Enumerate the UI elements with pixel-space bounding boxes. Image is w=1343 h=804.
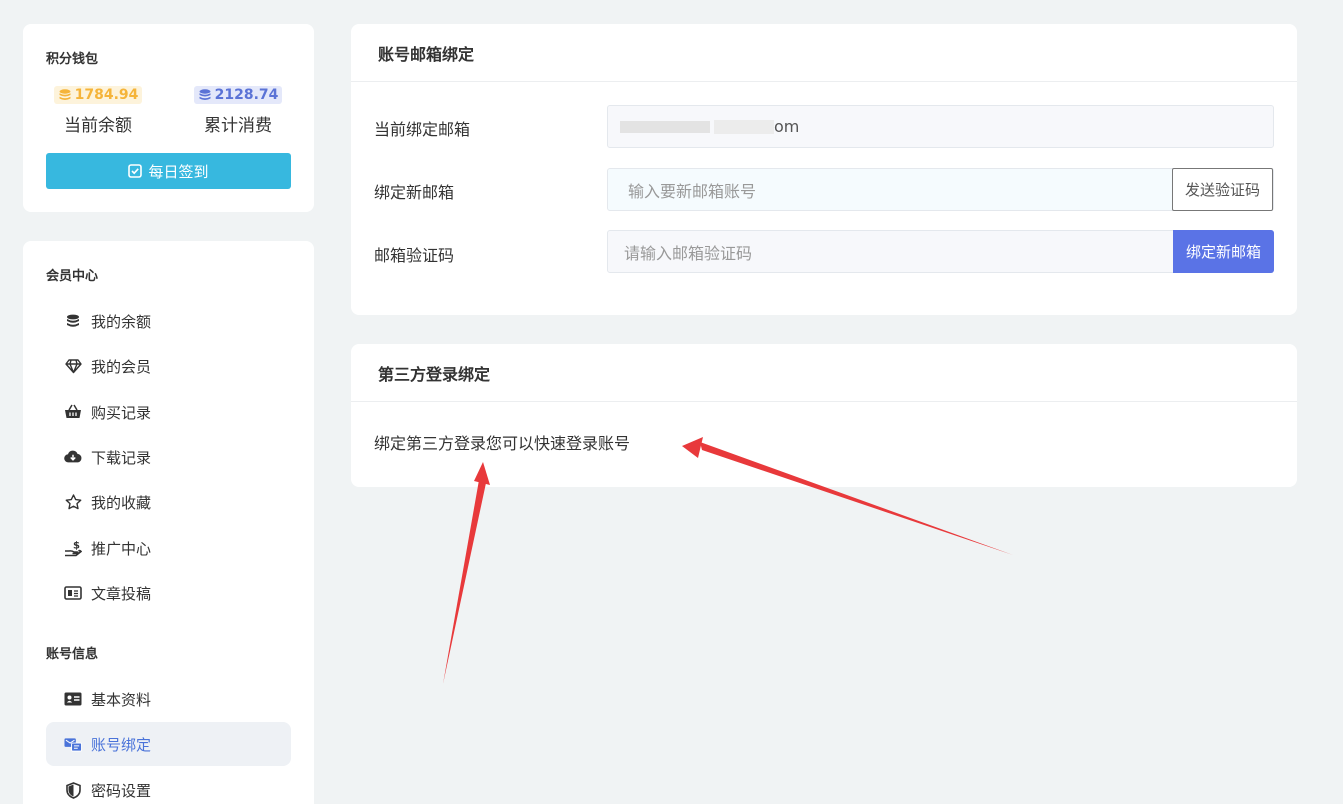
- account-bind-icon: [64, 735, 82, 753]
- email-binding-title: 账号邮箱绑定: [351, 24, 1297, 82]
- bind-new-email-button[interactable]: 绑定新邮箱: [1173, 230, 1274, 273]
- third-party-title: 第三方登录绑定: [351, 344, 1297, 402]
- wallet-title: 积分钱包: [46, 52, 99, 67]
- star-icon: [64, 493, 82, 511]
- sidebar-item-label: 我的余额: [91, 312, 152, 331]
- hand-dollar-icon: $: [64, 539, 82, 557]
- coins-icon: [59, 89, 71, 100]
- balance-value: 1784.94: [74, 87, 139, 103]
- shield-icon: [64, 781, 82, 799]
- sidebar-item-favorites[interactable]: 我的收藏: [46, 480, 291, 524]
- member-center-title: 会员中心: [46, 269, 99, 284]
- svg-text:$: $: [73, 540, 80, 551]
- member-menu-card: 会员中心 我的余额 我的会员 购买记录 下载记录 我的收藏 $ 推广中心 文章投…: [23, 241, 314, 804]
- email-code-label: 邮箱验证码: [374, 246, 455, 265]
- sidebar-item-promotion[interactable]: $ 推广中心: [46, 526, 291, 570]
- sidebar-item-password[interactable]: 密码设置: [46, 768, 291, 804]
- basket-icon: [64, 403, 82, 421]
- redacted-email-blur: [620, 120, 710, 133]
- sidebar-item-label: 基本资料: [91, 690, 152, 709]
- sidebar-item-label: 账号绑定: [91, 735, 152, 754]
- sidebar-item-membership[interactable]: 我的会员: [46, 344, 291, 388]
- arrow-bottom-annotation: [443, 462, 490, 684]
- diamond-icon: [64, 357, 82, 375]
- cloud-download-icon: [64, 448, 82, 466]
- email-code-placeholder: 请输入邮箱验证码: [624, 243, 753, 263]
- spent-badge: 2128.74: [193, 86, 283, 104]
- sidebar-item-account-binding[interactable]: 账号绑定: [46, 722, 291, 766]
- current-email-value: om: [774, 117, 800, 136]
- new-email-input[interactable]: 输入要新邮箱账号 发送验证码: [607, 168, 1274, 211]
- email-code-input[interactable]: 请输入邮箱验证码 绑定新邮箱: [607, 230, 1274, 273]
- third-party-binding-card: 第三方登录绑定 绑定第三方登录您可以快速登录账号: [351, 344, 1297, 487]
- balance-label: 当前余额: [64, 116, 132, 136]
- new-email-placeholder: 输入要新邮箱账号: [628, 181, 757, 201]
- sidebar-item-label: 购买记录: [91, 403, 152, 422]
- redacted-email-blur: [714, 119, 774, 134]
- sidebar-item-label: 推广中心: [91, 539, 152, 558]
- sidebar-item-profile[interactable]: 基本资料: [46, 677, 291, 721]
- sidebar-item-balance[interactable]: 我的余额: [46, 299, 291, 343]
- sidebar-item-label: 密码设置: [91, 781, 152, 800]
- daily-checkin-label: 每日签到: [148, 162, 209, 181]
- balance-badge: 1784.94: [53, 86, 143, 104]
- new-email-label: 绑定新邮箱: [374, 183, 455, 202]
- daily-checkin-button[interactable]: 每日签到: [46, 153, 291, 189]
- current-email-label: 当前绑定邮箱: [374, 120, 471, 139]
- newspaper-icon: [64, 584, 82, 602]
- spent-value: 2128.74: [214, 87, 279, 103]
- sidebar-item-downloads[interactable]: 下载记录: [46, 435, 291, 479]
- sidebar-item-label: 下载记录: [91, 448, 152, 467]
- third-party-description: 绑定第三方登录您可以快速登录账号: [374, 434, 631, 453]
- sidebar-item-label: 我的收藏: [91, 493, 152, 512]
- send-code-button[interactable]: 发送验证码: [1172, 168, 1273, 211]
- checkbox-icon: [128, 164, 143, 178]
- sidebar-item-label: 我的会员: [91, 357, 152, 376]
- coins-icon: [199, 89, 211, 100]
- spent-stat: 2128.74 累计消费: [178, 86, 298, 136]
- account-info-title: 账号信息: [46, 647, 99, 662]
- coins-icon: [64, 312, 82, 330]
- sidebar-item-label: 文章投稿: [91, 584, 152, 603]
- current-email-field: om: [607, 105, 1274, 148]
- sidebar-item-purchases[interactable]: 购买记录: [46, 390, 291, 434]
- email-binding-card: 账号邮箱绑定 当前绑定邮箱 om 绑定新邮箱 输入要新邮箱账号 发送验证码 邮箱…: [351, 24, 1297, 315]
- id-card-icon: [64, 690, 82, 708]
- sidebar-item-post-article[interactable]: 文章投稿: [46, 571, 291, 615]
- balance-stat: 1784.94 当前余额: [38, 86, 158, 136]
- spent-label: 累计消费: [204, 116, 272, 136]
- wallet-card: 积分钱包 1784.94 当前余额 2128.74 累计消费 每日签到: [23, 24, 314, 212]
